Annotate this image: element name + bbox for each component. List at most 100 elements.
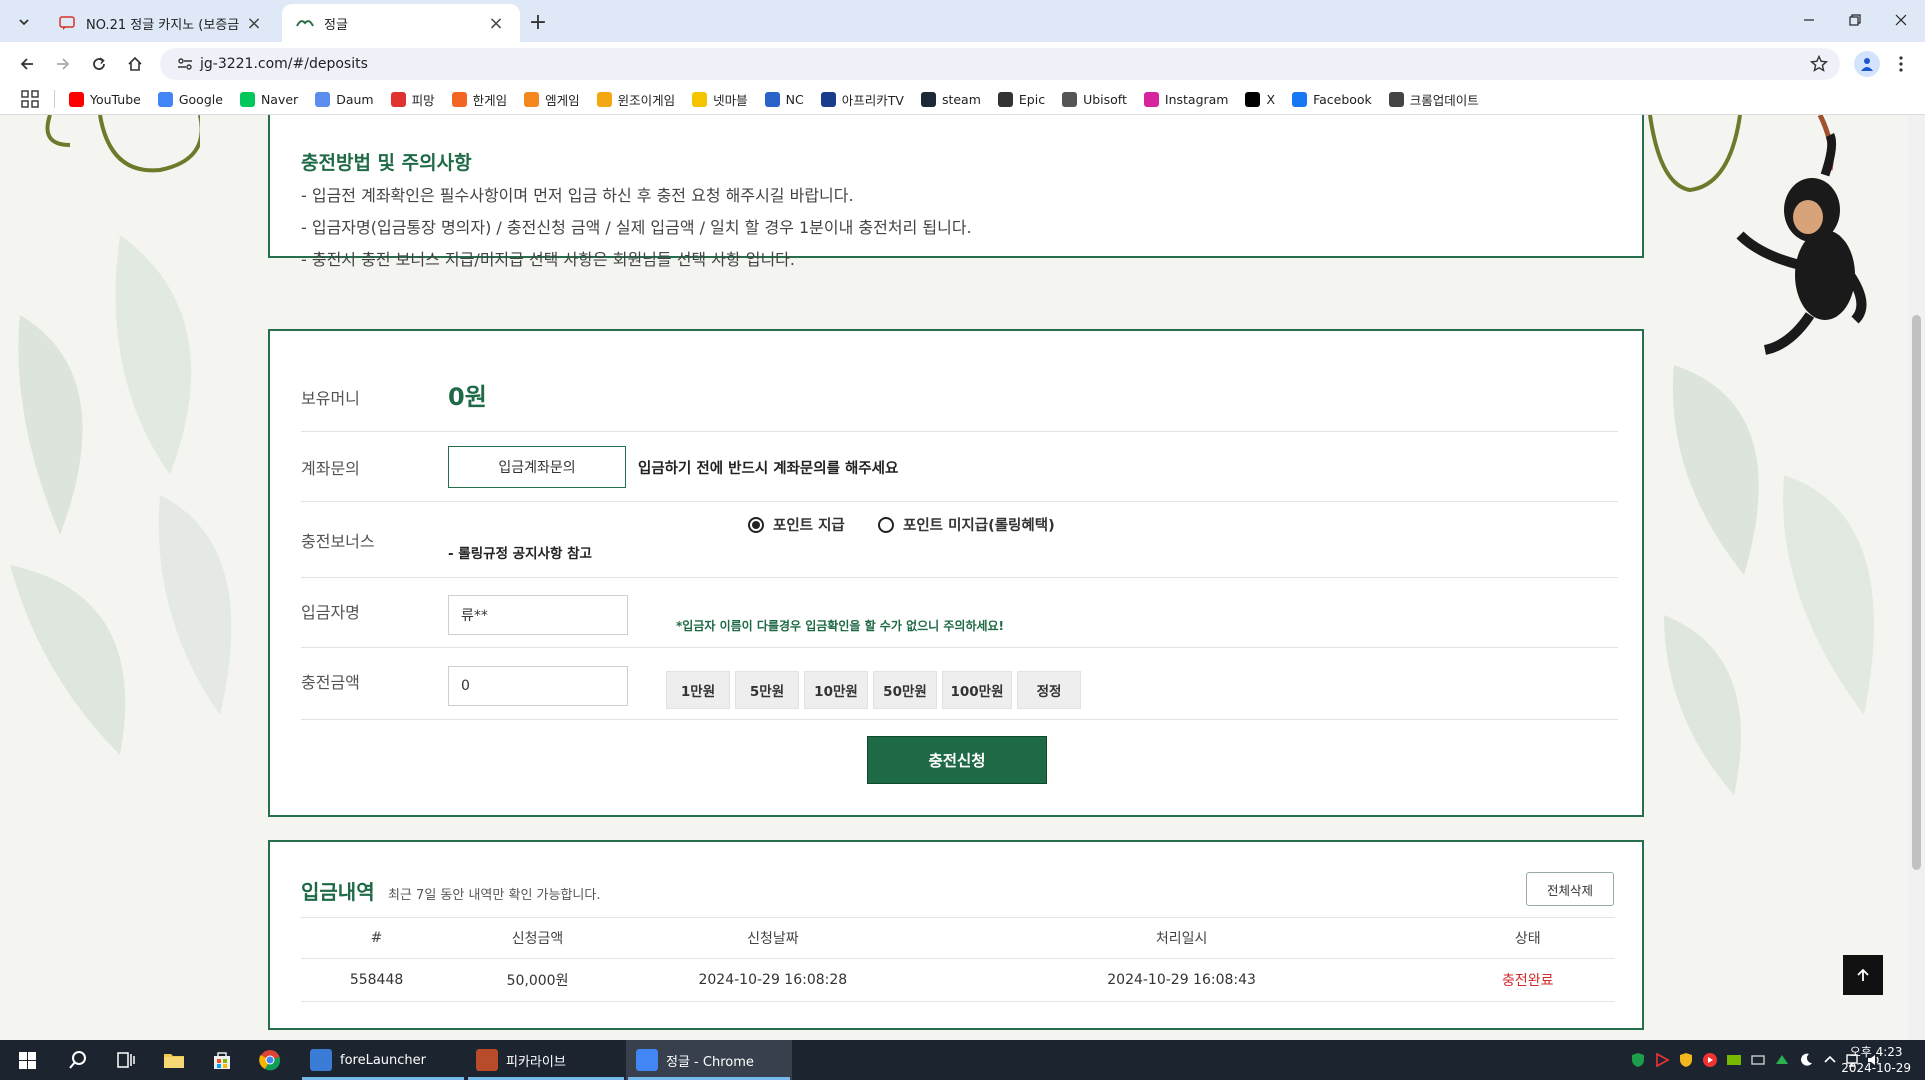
bonus-option-label: 포인트 미지급(롤링혜택) <box>903 518 1055 534</box>
arrow-right-icon <box>57 58 70 70</box>
task-view-button[interactable] <box>102 1040 150 1080</box>
deposit-submit-button[interactable]: 충전신청 <box>867 736 1047 784</box>
new-tab-button[interactable]: + <box>524 8 552 36</box>
bookmark-item[interactable]: Facebook <box>1292 91 1372 107</box>
row-id: 558448 <box>301 958 453 1002</box>
tab-casino[interactable]: NO.21 정글 카지노 (보증금 50 × <box>44 4 278 42</box>
radio-unchecked-icon[interactable] <box>878 516 894 533</box>
amount-100k-button[interactable]: 10만원 <box>804 671 868 709</box>
address-bar[interactable]: jg-3221.com/#/deposits <box>160 48 1840 80</box>
bookmark-item[interactable]: 크롬업데이트 <box>1388 90 1479 109</box>
taskbar-app[interactable]: 정글 - Chrome <box>626 1040 792 1080</box>
amount-1m-button[interactable]: 100만원 <box>942 671 1012 709</box>
profile-button[interactable] <box>1854 51 1880 77</box>
bonus-option-pay[interactable]: 포인트 지급 <box>748 514 845 535</box>
file-explorer-button[interactable] <box>150 1040 198 1080</box>
apps-grid-icon[interactable] <box>20 89 40 109</box>
bookmark-item[interactable]: 아프리카TV <box>820 90 904 109</box>
security-shield-icon[interactable] <box>1678 1052 1694 1068</box>
amount-500k-button[interactable]: 50만원 <box>873 671 937 709</box>
back-button[interactable] <box>14 51 40 77</box>
restore-button[interactable] <box>1832 0 1878 40</box>
arrow-up-icon <box>1857 968 1869 981</box>
bookmark-label: Google <box>178 91 223 107</box>
page-scrollbar[interactable] <box>1908 115 1925 1040</box>
google-icon <box>157 91 173 107</box>
restore-icon <box>1849 14 1861 26</box>
bookmark-item[interactable]: YouTube <box>69 91 141 107</box>
account-inquiry-button[interactable]: 입금계좌문의 <box>448 446 626 488</box>
reload-button[interactable] <box>86 51 112 77</box>
bookmark-item[interactable]: Instagram <box>1143 91 1229 107</box>
daum-icon <box>315 91 331 107</box>
bookmark-item[interactable]: 한게임 <box>451 90 507 109</box>
delete-all-button[interactable]: 전체삭제 <box>1526 872 1614 906</box>
bonus-option-no-pay[interactable]: 포인트 미지급(롤링혜택) <box>878 514 1055 535</box>
minimize-button[interactable] <box>1786 0 1832 40</box>
tab-search-button[interactable] <box>12 10 36 34</box>
site-settings-icon[interactable] <box>170 57 200 71</box>
chrome-pinned-button[interactable] <box>246 1040 294 1080</box>
moon-icon[interactable] <box>1798 1052 1814 1068</box>
bookmark-item[interactable]: steam <box>920 91 981 107</box>
bookmark-item[interactable]: 엠게임 <box>524 90 580 109</box>
close-window-button[interactable] <box>1878 0 1924 40</box>
radio-checked-icon[interactable] <box>748 516 764 533</box>
start-button[interactable] <box>0 1040 54 1080</box>
taskbar-app[interactable]: foreLauncher <box>300 1040 466 1080</box>
amount-input[interactable] <box>448 666 628 706</box>
tab-jungle[interactable]: 정글 × <box>282 4 520 42</box>
hardware-icon[interactable] <box>1750 1052 1766 1068</box>
media-player-icon[interactable] <box>1702 1052 1718 1068</box>
play-icon[interactable] <box>1654 1052 1670 1068</box>
chevron-up-icon[interactable] <box>1822 1052 1838 1068</box>
bonus-option-label: 포인트 지급 <box>773 518 845 534</box>
folder-icon <box>164 1054 184 1068</box>
search-button[interactable] <box>54 1040 102 1080</box>
scrollbar-thumb[interactable] <box>1912 315 1921 870</box>
game-launcher-icon[interactable] <box>1774 1052 1790 1068</box>
bookmark-label: Instagram <box>1164 91 1229 107</box>
bookmark-item[interactable]: NC <box>764 91 804 107</box>
pmang-icon <box>390 91 406 107</box>
notice-line: - 입금자명(입금통장 명의자) / 충전신청 금액 / 실제 입금액 / 일치… <box>301 218 972 237</box>
store-button[interactable] <box>198 1040 246 1080</box>
bookmark-star-icon[interactable] <box>1810 55 1828 73</box>
amount-50k-button[interactable]: 5만원 <box>735 671 799 709</box>
forward-button[interactable] <box>50 51 76 77</box>
home-button[interactable] <box>122 51 148 77</box>
taskbar-app[interactable]: 피카라이브 <box>466 1040 626 1080</box>
history-subtitle: 최근 7일 동안 내역만 확인 가능합니다. <box>388 888 601 903</box>
nvidia-icon[interactable] <box>1726 1052 1742 1068</box>
app-icon <box>310 1049 332 1071</box>
bookmark-item[interactable]: Google <box>157 91 223 107</box>
column-header: 신청금액 <box>452 917 623 959</box>
shield-icon[interactable] <box>1630 1052 1646 1068</box>
scroll-to-top-button[interactable] <box>1843 955 1883 995</box>
amount-reset-button[interactable]: 정정 <box>1017 671 1081 709</box>
bookmark-item[interactable]: X <box>1245 91 1276 107</box>
bookmark-item[interactable]: 윈조이게임 <box>596 90 675 109</box>
bookmark-item[interactable]: Ubisoft <box>1062 91 1127 107</box>
bookmark-item[interactable]: Daum <box>315 91 374 107</box>
monkey-illustration <box>1648 115 1867 355</box>
close-icon[interactable]: × <box>244 13 264 34</box>
close-icon[interactable]: × <box>486 13 506 34</box>
depositor-input[interactable] <box>448 595 628 635</box>
facebook-icon <box>1292 91 1308 107</box>
task-view-icon <box>117 1052 135 1068</box>
bookmark-item[interactable]: Naver <box>239 91 298 107</box>
browser-menu-button[interactable] <box>1890 51 1912 77</box>
row-status: 충전완료 <box>1440 958 1615 1002</box>
amount-10k-button[interactable]: 1만원 <box>666 671 730 709</box>
browser-tab-strip: NO.21 정글 카지노 (보증금 50 × 정글 × + <box>0 0 1925 42</box>
bookmark-label: X <box>1266 91 1276 107</box>
bookmark-item[interactable]: 피망 <box>390 90 435 109</box>
bookmark-item[interactable]: 넷마블 <box>692 90 748 109</box>
taskbar-app-label: 피카라이브 <box>506 1054 566 1070</box>
bookmark-item[interactable]: Epic <box>997 91 1045 107</box>
table-row: 558448 50,000원 2024-10-29 16:08:28 2024-… <box>301 958 1615 1002</box>
column-header: 처리일시 <box>922 917 1441 959</box>
divider <box>54 90 55 108</box>
system-clock[interactable]: 오후 4:23 2024-10-29 <box>1841 1044 1911 1076</box>
